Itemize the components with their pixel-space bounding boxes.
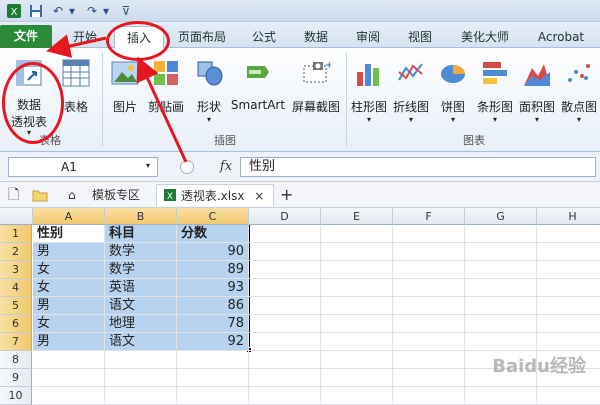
watermark: Baidu经验: [492, 356, 586, 377]
annotation-arrow-to-insert: [136, 56, 188, 163]
annotation-arrows: [46, 34, 188, 163]
annotation-arrow-to-pivot: [46, 34, 107, 58]
